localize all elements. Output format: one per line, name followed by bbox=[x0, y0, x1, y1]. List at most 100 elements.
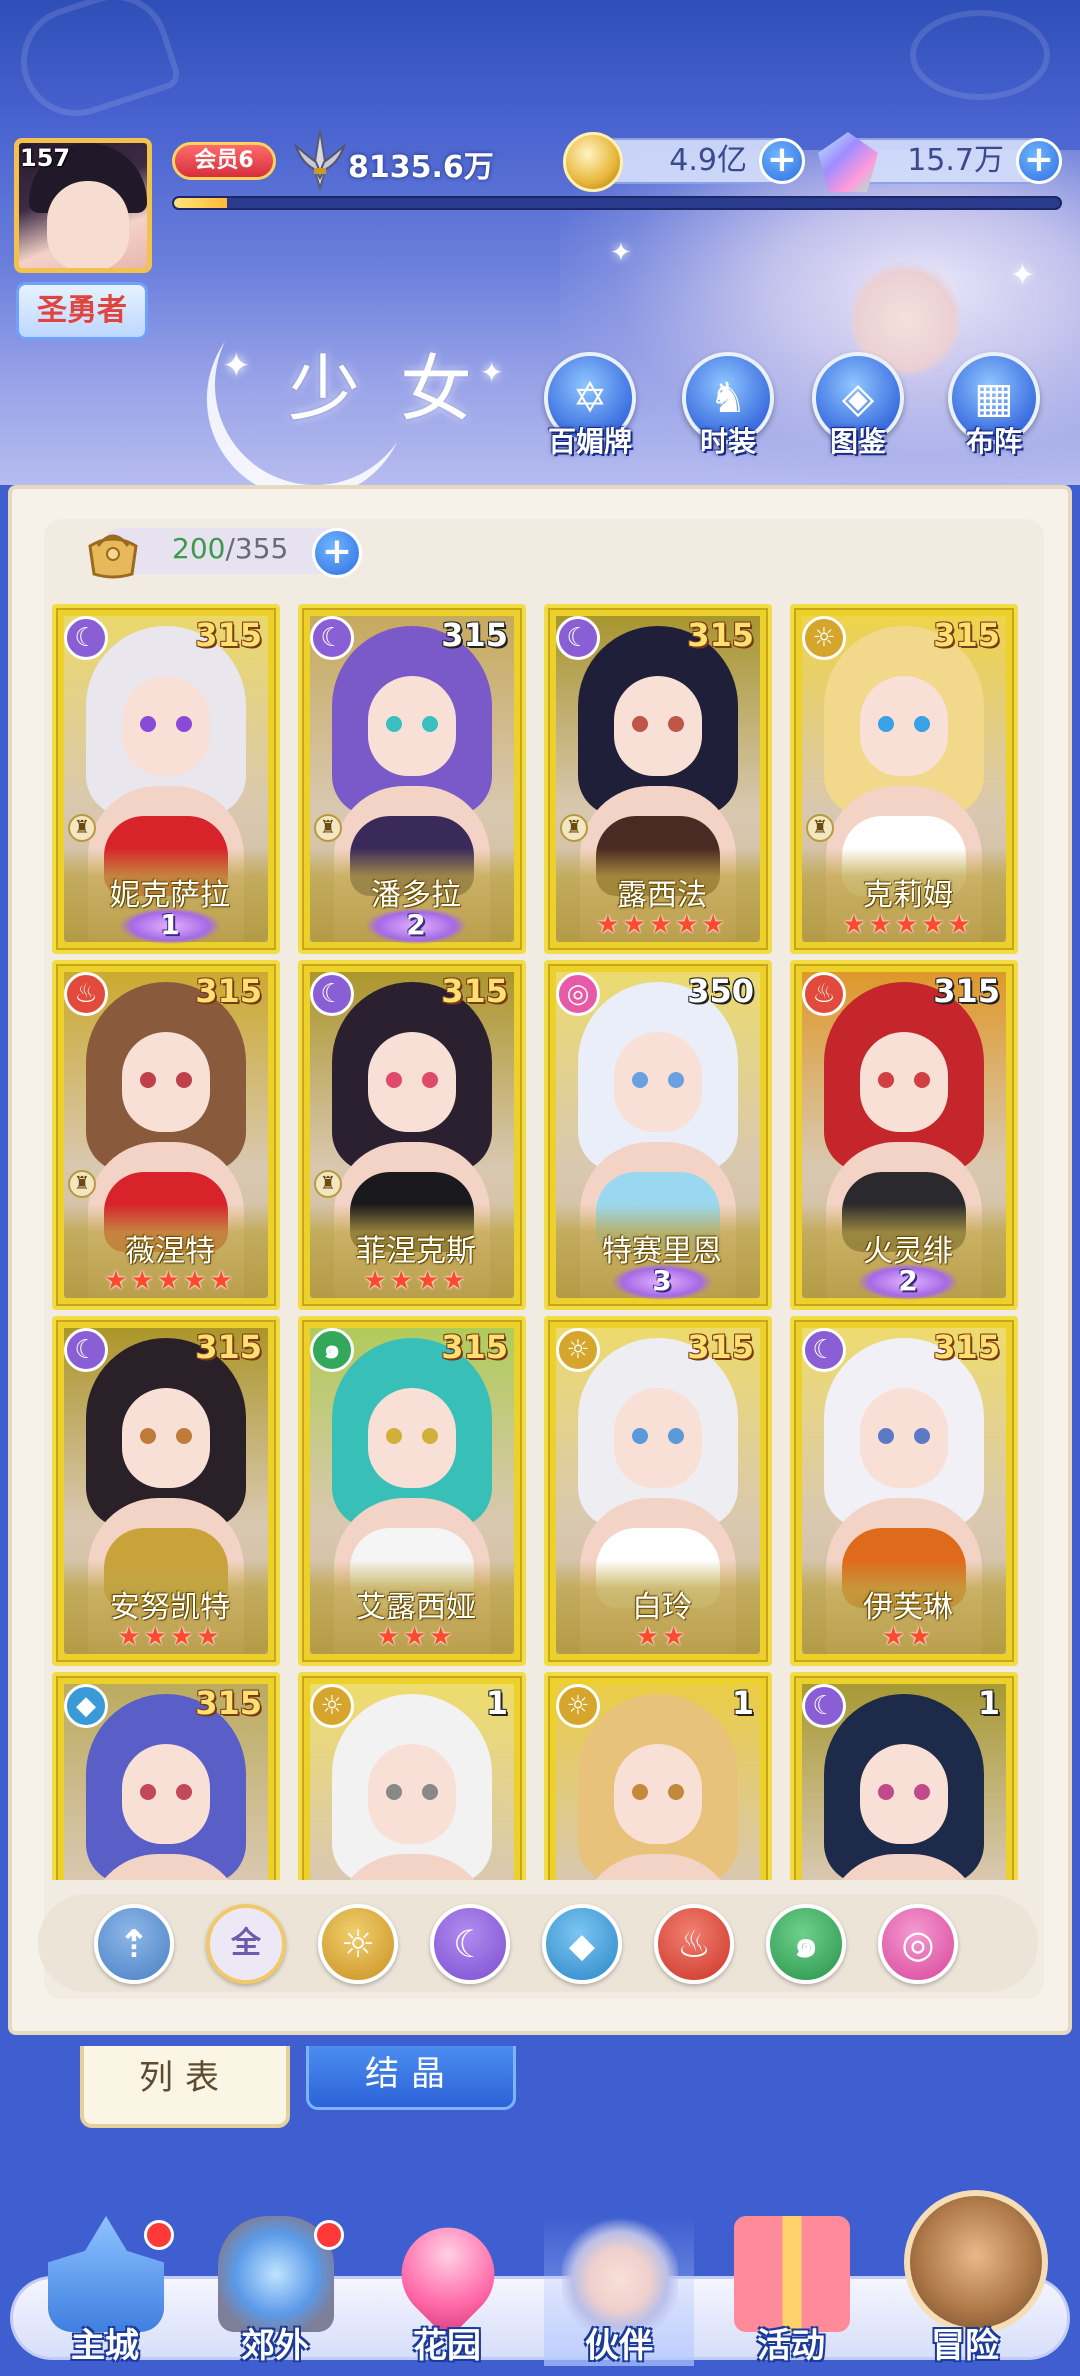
partner-name: 菲涅克斯 bbox=[356, 1234, 476, 1269]
moon-element-icon: ☾ bbox=[452, 1922, 488, 1966]
add-gold-button[interactable]: + bbox=[759, 138, 805, 184]
filter-moon-button[interactable]: ☾ bbox=[430, 1904, 510, 1984]
partner-card[interactable]: ☾ 315 ♜ 妮克萨拉 1 bbox=[52, 604, 280, 954]
gold-coin-icon bbox=[563, 132, 623, 192]
formation-button[interactable]: ▦ 布阵 bbox=[944, 352, 1044, 464]
inventory-current: 200 bbox=[172, 532, 226, 565]
vip-badge[interactable]: 会员6 bbox=[172, 142, 276, 180]
element-filter-bar: ⇡ 全 ☼ ☾ ◆ ♨ ๑ ◎ bbox=[38, 1894, 1038, 1992]
partner-card[interactable]: ♨ 315 火灵绯 2 bbox=[790, 960, 1018, 1310]
partner-level: 315 bbox=[441, 1328, 508, 1366]
partner-card[interactable]: ☼ 1 bbox=[298, 1672, 526, 1880]
partner-card[interactable]: ♨ 315 ♜ 薇涅特 ★★★★★ bbox=[52, 960, 280, 1310]
partner-card[interactable]: ☼ 315 白玲 ★★ bbox=[544, 1316, 772, 1666]
sparkle-icon: ✦ bbox=[610, 238, 632, 268]
notification-dot bbox=[314, 2220, 344, 2250]
partner-name: 伊芙琳 bbox=[863, 1590, 953, 1625]
nav-garden[interactable]: 花园 bbox=[372, 2208, 522, 2366]
star-rating: ★★★★★ bbox=[596, 910, 728, 940]
moon-element-icon: ☾ bbox=[556, 616, 600, 660]
nav-adventure[interactable]: 冒险 bbox=[890, 2190, 1048, 2366]
expand-inventory-button[interactable]: + bbox=[312, 528, 362, 578]
fire-element-icon: ♨ bbox=[676, 1922, 712, 1966]
partner-level: 315 bbox=[933, 972, 1000, 1010]
filter-sun-button[interactable]: ☼ bbox=[318, 1904, 398, 1984]
bottom-navigation: 主城 郊外 花园 伙伴 活动 冒险 bbox=[0, 2180, 1080, 2376]
star-rating: ★★★ bbox=[376, 1622, 456, 1652]
partner-level: 315 bbox=[441, 616, 508, 654]
notification-dot bbox=[144, 2220, 174, 2250]
partner-level: 1 bbox=[485, 1684, 508, 1722]
partner-card[interactable]: ☾ 315 ♜ 菲涅克斯 ★★★★ bbox=[298, 960, 526, 1310]
formation-label: 布阵 bbox=[965, 425, 1022, 458]
partner-card[interactable]: ☾ 315 ♜ 露西法 ★★★★★ bbox=[544, 604, 772, 954]
partner-avatar-icon bbox=[562, 2216, 678, 2332]
player-title-badge[interactable]: 圣勇者 bbox=[16, 282, 148, 340]
rook-icon: ♜ bbox=[68, 1170, 96, 1198]
tab-crystal[interactable]: 结晶 bbox=[306, 2046, 516, 2110]
partner-level: 315 bbox=[195, 1328, 262, 1366]
nav-main-city[interactable]: 主城 bbox=[30, 2216, 180, 2366]
exp-bar bbox=[172, 196, 1062, 210]
partner-level: 315 bbox=[687, 1328, 754, 1366]
add-gem-button[interactable]: + bbox=[1016, 138, 1062, 184]
card-collection-button[interactable]: ✡ 百媚牌 bbox=[540, 352, 640, 464]
partner-level: 315 bbox=[195, 1684, 262, 1722]
partner-card[interactable]: ☼ 1 bbox=[544, 1672, 772, 1880]
nav-events[interactable]: 活动 bbox=[716, 2216, 866, 2366]
sword-power-icon bbox=[293, 129, 347, 192]
sparkle-icon: ✦ bbox=[1010, 258, 1036, 293]
rook-icon: ♜ bbox=[806, 814, 834, 842]
inventory-capacity: 200/355 + bbox=[80, 520, 370, 584]
sun-element-icon: ☼ bbox=[340, 1922, 376, 1966]
fire-element-icon: ♨ bbox=[64, 972, 108, 1016]
partner-card[interactable]: ☾ 315 ♜ 潘多拉 2 bbox=[298, 604, 526, 954]
sort-filter-button[interactable]: ⇡ bbox=[94, 1904, 174, 1984]
partner-name: 克莉姆 bbox=[863, 878, 953, 913]
tab-list[interactable]: 列表 bbox=[80, 2046, 290, 2128]
gold-currency: 4.9亿 + bbox=[563, 132, 805, 192]
nav-partners[interactable]: 伙伴 bbox=[544, 2216, 694, 2366]
partner-level: 315 bbox=[441, 972, 508, 1010]
nav-suburbs-label: 郊外 bbox=[241, 2326, 309, 2366]
wing-rank-value: 3 bbox=[652, 1264, 672, 1297]
nav-suburbs[interactable]: 郊外 bbox=[200, 2216, 350, 2366]
partner-level: 1 bbox=[977, 1684, 1000, 1722]
filter-pink-button[interactable]: ◎ bbox=[878, 1904, 958, 1984]
partner-card[interactable]: ☾ 1 bbox=[790, 1672, 1018, 1880]
water-drop-icon: ◆ bbox=[568, 1926, 596, 1966]
partner-card[interactable]: ๑ 315 艾露西娅 ★★★ bbox=[298, 1316, 526, 1666]
nav-garden-label: 花园 bbox=[413, 2326, 481, 2366]
filter-wind-button[interactable]: ๑ bbox=[766, 1904, 846, 1984]
sun-element-icon: ☼ bbox=[802, 616, 846, 660]
outfit-button[interactable]: ♞ 时装 bbox=[678, 352, 778, 464]
partner-card[interactable]: ◎ 350 特赛里恩 3 bbox=[544, 960, 772, 1310]
star-rating: ★★★★★ bbox=[104, 1266, 236, 1296]
player-level: 157 bbox=[20, 144, 71, 172]
partner-level: 315 bbox=[195, 972, 262, 1010]
sun-element-icon: ☼ bbox=[556, 1328, 600, 1372]
nav-partners-label: 伙伴 bbox=[585, 2326, 653, 2366]
wing-rank-value: 1 bbox=[160, 908, 180, 941]
filter-fire-button[interactable]: ♨ bbox=[654, 1904, 734, 1984]
bag-icon bbox=[88, 534, 138, 579]
partner-card[interactable]: ☾ 315 伊芙琳 ★★ bbox=[790, 1316, 1018, 1666]
sort-arrow-icon: ⇡ bbox=[118, 1922, 150, 1966]
nav-adventure-label: 冒险 bbox=[931, 2326, 999, 2366]
moon-element-icon: ☾ bbox=[802, 1684, 846, 1728]
filter-water-button[interactable]: ◆ bbox=[542, 1904, 622, 1984]
partner-card[interactable]: ☾ 315 安努凯特 ★★★★ bbox=[52, 1316, 280, 1666]
wind-element-icon: ๑ bbox=[793, 1922, 819, 1966]
codex-button[interactable]: ◈ 图鉴 bbox=[808, 352, 908, 464]
inventory-total: /355 bbox=[225, 532, 289, 565]
filter-all-button[interactable]: 全 bbox=[206, 1904, 286, 1984]
partner-card[interactable]: ◆ 315 bbox=[52, 1672, 280, 1880]
gold-value: 4.9亿 bbox=[669, 143, 747, 178]
page-title: 少女 bbox=[288, 347, 513, 431]
moon-element-icon: ☾ bbox=[64, 616, 108, 660]
moon-element-icon: ☾ bbox=[310, 972, 354, 1016]
pink-element-icon: ◎ bbox=[556, 972, 600, 1016]
star-rating: ★★★★★ bbox=[842, 910, 974, 940]
partner-card[interactable]: ☼ 315 ♜ 克莉姆 ★★★★★ bbox=[790, 604, 1018, 954]
partner-level: 315 bbox=[933, 1328, 1000, 1366]
